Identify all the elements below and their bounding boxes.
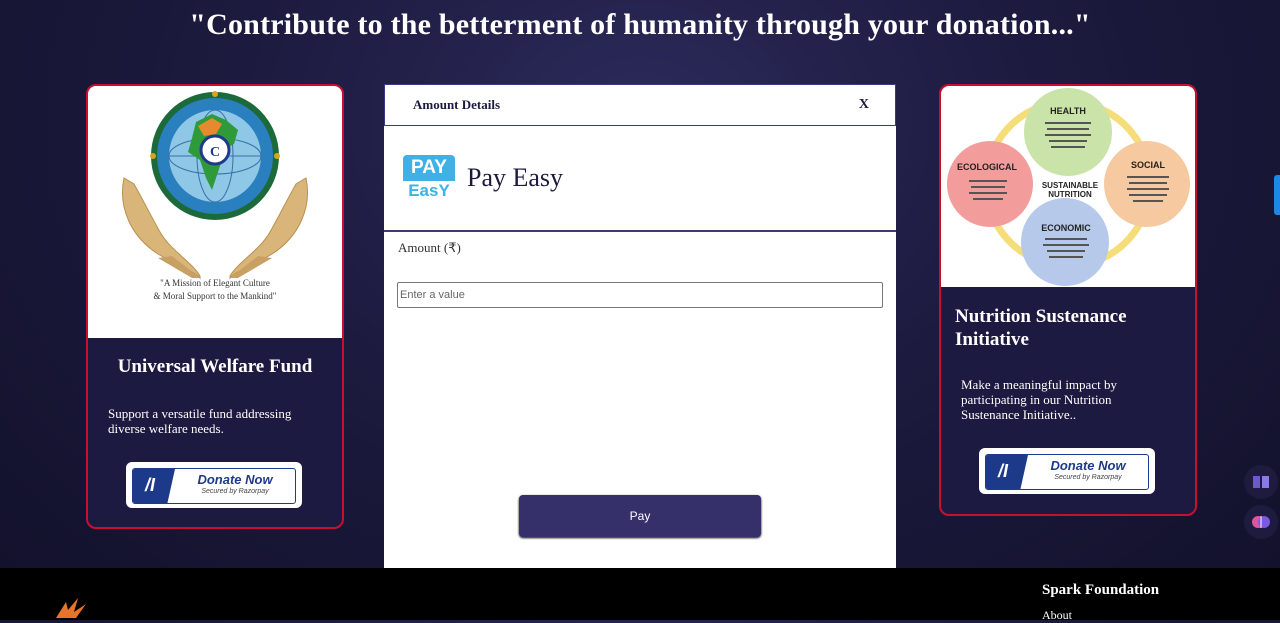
donate-sublabel: Secured by Razorpay: [201, 488, 269, 495]
modal-header: Amount Details X: [384, 84, 896, 126]
footer-link-about[interactable]: About: [1042, 608, 1072, 623]
donate-sublabel: Secured by Razorpay: [1054, 474, 1122, 481]
side-tab-handle[interactable]: [1274, 175, 1280, 215]
donate-now-button[interactable]: /I Donate Now Secured by Razorpay: [126, 462, 302, 508]
pay-button[interactable]: Pay: [519, 495, 761, 537]
pay-easy-logo-bottom: EasY: [408, 181, 450, 200]
ai-assistant-button[interactable]: [1244, 505, 1278, 539]
card-description: Make a meaningful impact by participatin…: [961, 377, 1117, 422]
donate-label: Donate Now: [1050, 458, 1126, 473]
diagram-center-2: NUTRITION: [1048, 190, 1092, 199]
uco-logo-icon: C "A Mission of Elegant Culture & Moral …: [122, 91, 308, 301]
pay-easy-logo-icon: PAY EasY: [403, 155, 455, 201]
donate-now-button[interactable]: /I Donate Now Secured by Razorpay: [979, 448, 1155, 494]
card-nutrition: HEALTH SOCIAL ECOLOGICAL ECONOMIC SUSTAI…: [939, 84, 1197, 516]
page-headline: "Contribute to the betterment of humanit…: [189, 8, 1091, 41]
logo-tagline-2: & Moral Support to the Mankind": [154, 291, 277, 301]
reader-button[interactable]: [1244, 465, 1278, 499]
card-description: Support a versatile fund addressing dive…: [108, 406, 292, 436]
footer: Spark Foundation About: [0, 568, 1280, 623]
amount-label: Amount (₹): [398, 240, 461, 255]
pay-easy-logo-top: PAY: [403, 155, 455, 181]
diagram-health: HEALTH: [1050, 106, 1086, 116]
uco-logo-image: C "A Mission of Elegant Culture & Moral …: [88, 86, 342, 338]
razorpay-icon: /I: [986, 455, 1028, 489]
diagram-social: SOCIAL: [1131, 160, 1166, 170]
card-universal-welfare: C "A Mission of Elegant Culture & Moral …: [86, 84, 344, 529]
card-title: Universal Welfare Fund: [117, 356, 313, 377]
modal-title: Amount Details: [413, 97, 501, 112]
spark-logo-icon: [56, 598, 86, 618]
nutrition-diagram-icon: HEALTH SOCIAL ECOLOGICAL ECONOMIC SUSTAI…: [947, 88, 1190, 286]
pay-easy-brand: PAY EasY Pay Easy: [384, 126, 896, 232]
diagram-economic: ECONOMIC: [1041, 223, 1091, 233]
amount-details-modal: Amount Details X PAY EasY Pay Easy Amoun…: [384, 84, 896, 620]
razorpay-icon: /I: [133, 469, 175, 503]
diagram-center-1: SUSTAINABLE: [1042, 181, 1099, 190]
svg-text:C: C: [210, 145, 220, 160]
logo-tagline-1: "A Mission of Elegant Culture: [160, 278, 270, 288]
brain-icon: [1252, 516, 1270, 528]
pay-easy-name: Pay Easy: [467, 163, 564, 192]
amount-input[interactable]: [397, 282, 883, 308]
book-icon: [1253, 476, 1269, 488]
donate-label: Donate Now: [197, 472, 273, 487]
nutrition-diagram-image: HEALTH SOCIAL ECOLOGICAL ECONOMIC SUSTAI…: [941, 86, 1195, 287]
card-title: Nutrition Sustenance Initiative: [955, 306, 1127, 350]
diagram-ecological: ECOLOGICAL: [957, 162, 1018, 172]
close-button[interactable]: X: [859, 97, 869, 113]
footer-title: Spark Foundation: [1042, 582, 1160, 598]
